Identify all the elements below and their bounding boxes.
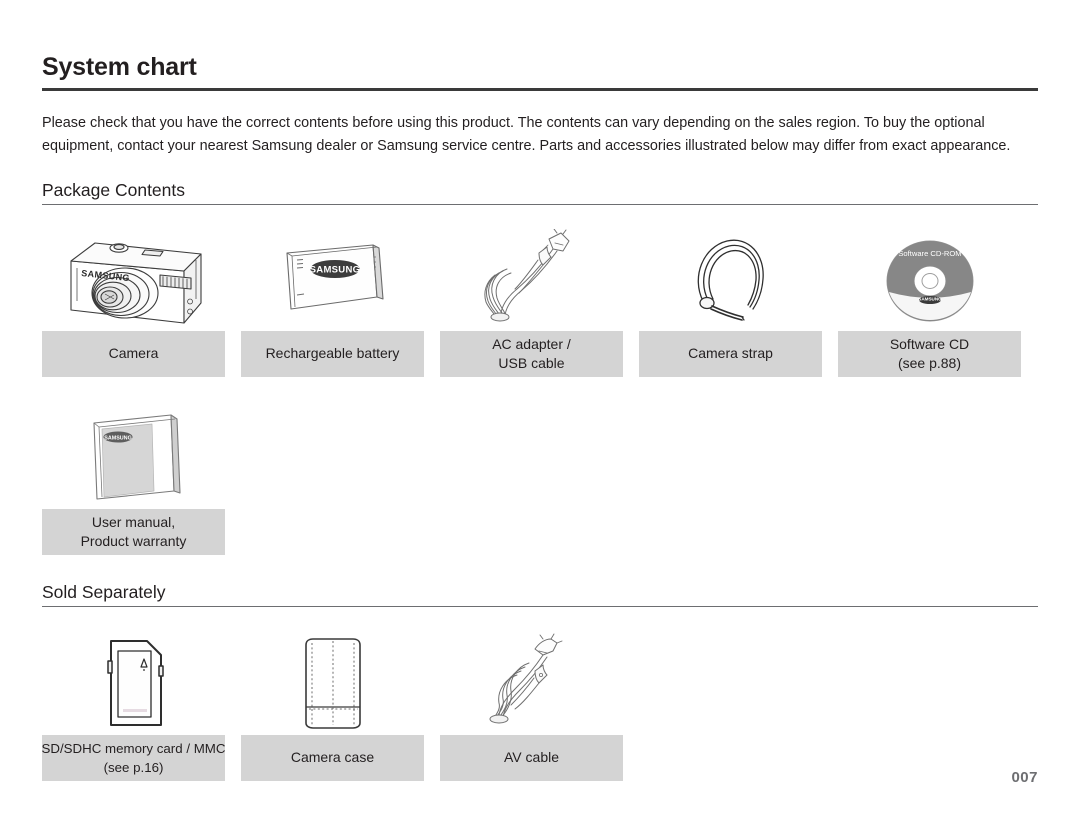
manual-page: System chart Please check that you have … [0, 0, 1080, 815]
item-caption: Camera strap [639, 331, 822, 377]
item-row: SD/SDHC memory card / MMC (see p.16) Cam… [42, 625, 1038, 781]
item-caption: User manual, Product warranty [42, 509, 225, 555]
caption-line-2: (see p.88) [897, 354, 962, 371]
caption-line-2: USB cable [498, 354, 565, 371]
item-row: SAMSUNG User manual, Product warranty [42, 399, 1038, 555]
user-manual-illustration: SAMSUNG [42, 399, 225, 509]
caption-line-1: Rechargeable battery [265, 345, 400, 361]
caption-line-1: User manual, [91, 513, 176, 530]
item-user-manual: SAMSUNG User manual, Product warranty [42, 399, 225, 555]
camera-illustration: SAMSUNG [42, 223, 225, 331]
item-placeholder [838, 625, 1021, 781]
section-divider-sold-separately [42, 606, 1038, 607]
item-caption: Software CD (see p.88) [838, 331, 1021, 377]
caption-line-1: Camera case [290, 749, 375, 765]
sd-memory-card-illustration [42, 625, 225, 735]
item-caption: Rechargeable battery [241, 331, 424, 377]
page-title: System chart [42, 53, 197, 81]
item-rechargeable-battery: SAMSUNG Rechargeable battery [241, 223, 424, 377]
item-caption: Camera case [241, 735, 424, 781]
item-placeholder [639, 625, 822, 781]
item-caption: AC adapter / USB cable [440, 331, 623, 377]
item-camera-strap: Camera strap [639, 223, 822, 377]
section-package-contents: Package Contents SAMSUNG Camera SAMSUNG … [42, 179, 1038, 555]
title-divider [42, 88, 1038, 91]
item-camera-case: Camera case [241, 625, 424, 781]
page-content: System chart Please check that you have … [42, 52, 1038, 781]
svg-text:SAMSUNG: SAMSUNG [918, 297, 942, 302]
camera-strap-illustration [639, 223, 822, 331]
cd-disc-label: Software CD-ROM [898, 249, 961, 258]
page-number: 007 [1011, 769, 1038, 786]
software-cd-illustration: SAMSUNG Software CD-ROM [838, 223, 1021, 331]
item-row: SAMSUNG Camera SAMSUNG Rechargeable batt… [42, 223, 1038, 377]
item-caption: SD/SDHC memory card / MMC (see p.16) [42, 735, 225, 781]
ac-adapter-usb-cable-illustration [440, 223, 623, 331]
item-software-cd: SAMSUNG Software CD-ROM Software CD (see… [838, 223, 1021, 377]
item-av-cable: AV cable [440, 625, 623, 781]
rechargeable-battery-illustration: SAMSUNG [241, 223, 424, 331]
av-cable-illustration [440, 625, 623, 735]
caption-line-1: Software CD [889, 335, 970, 352]
item-ac-adapter-usb-cable: AC adapter / USB cable [440, 223, 623, 377]
caption-line-1: Camera strap [688, 345, 773, 361]
caption-line-2: (see p.16) [103, 759, 164, 775]
section-divider-package-contents [42, 204, 1038, 205]
item-sd-memory-card: SD/SDHC memory card / MMC (see p.16) [42, 625, 225, 781]
svg-text:SAMSUNG: SAMSUNG [104, 436, 132, 442]
caption-line-1: AV cable [504, 749, 559, 765]
caption-line-1: AC adapter / [492, 335, 571, 352]
svg-text:SAMSUNG: SAMSUNG [309, 265, 360, 276]
camera-case-illustration [241, 625, 424, 735]
caption-line-1: SD/SDHC memory card / MMC [41, 740, 226, 756]
intro-paragraph: Please check that you have the correct c… [42, 115, 1011, 154]
item-camera: SAMSUNG Camera [42, 223, 225, 377]
section-heading-package-contents: Package Contents [42, 180, 186, 200]
item-caption: Camera [42, 331, 225, 377]
section-sold-separately: Sold Separately SD/SDHC memory card / MM… [42, 581, 1038, 781]
caption-line-1: Camera [108, 345, 159, 361]
section-heading-sold-separately: Sold Separately [42, 582, 166, 602]
caption-line-2: Product warranty [80, 532, 187, 549]
item-caption: AV cable [440, 735, 623, 781]
